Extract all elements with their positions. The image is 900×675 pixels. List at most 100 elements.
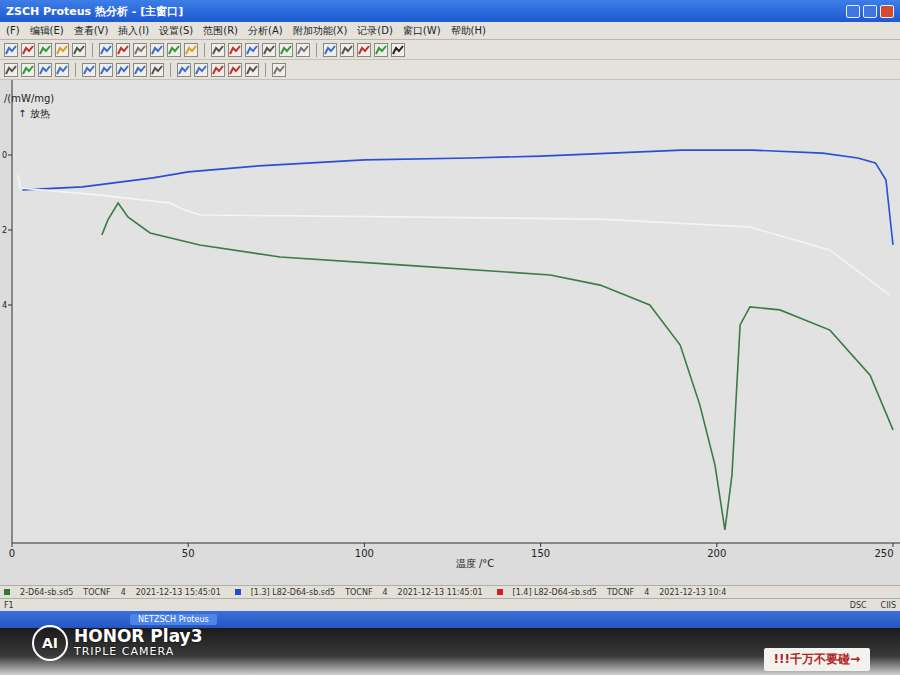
window-buttons (846, 5, 894, 18)
tool-icon[interactable] (82, 63, 96, 77)
tool-icon[interactable] (133, 43, 147, 57)
x-tick: 200 (707, 543, 726, 559)
status-bar: F1 DSC CIIS (0, 598, 900, 611)
curve-num: 4 (644, 588, 649, 597)
tool-icon[interactable] (245, 63, 259, 77)
svg-text:0: 0 (9, 548, 15, 559)
tool-icon[interactable] (21, 63, 35, 77)
minimize-icon[interactable] (846, 5, 860, 18)
tool-icon[interactable] (55, 43, 69, 57)
x-tick: 250 (874, 543, 893, 559)
tool-icon[interactable] (72, 43, 86, 57)
tool-icon[interactable] (391, 43, 405, 57)
tool-icon[interactable] (167, 43, 181, 57)
plot-area (12, 80, 900, 543)
tool-icon[interactable] (150, 43, 164, 57)
x-axis-title: 温度 /°C (456, 558, 495, 569)
y-axis (12, 80, 13, 543)
curve-file: [1.4] L82-D64-sb.sd5 (513, 588, 597, 597)
tool-icon[interactable] (55, 63, 69, 77)
status-field: CIIS (881, 601, 896, 610)
toolbar-separator (265, 63, 266, 77)
curve-file: 2-D64-sb.sd5 (20, 588, 73, 597)
tool-icon[interactable] (184, 43, 198, 57)
tool-icon[interactable] (38, 43, 52, 57)
curve-entry[interactable]: 2-D64-sb.sd5TOCNF42021-12-13 15:45:01 (4, 588, 221, 597)
maximize-icon[interactable] (863, 5, 877, 18)
watermark-text: HONOR Play3TRIPLE CAMERA (74, 628, 203, 657)
camera-watermark: AIHONOR Play3TRIPLE CAMERA (32, 625, 203, 661)
tool-icon[interactable] (133, 63, 147, 77)
tool-icon[interactable] (4, 63, 18, 77)
tool-icon[interactable] (21, 43, 35, 57)
tool-icon[interactable] (116, 43, 130, 57)
toolbar (0, 40, 900, 60)
tool-icon[interactable] (357, 43, 371, 57)
tool-icon[interactable] (340, 43, 354, 57)
menu-item[interactable]: 窗口(W) (403, 24, 441, 38)
window-title: ZSCH Proteus 热分析 - [主窗口] (6, 4, 183, 19)
menu-item[interactable]: 编辑(E) (30, 24, 64, 38)
dsc-chart: /(mW/mg)↑ 放热024050100150200250温度 /°C (0, 80, 900, 585)
svg-text:100: 100 (355, 548, 374, 559)
watermark-logo: AI (32, 625, 68, 661)
curve-entry[interactable]: [1.4] L82-D64-sb.sd5TDCNF42021-12-13 10:… (497, 588, 727, 597)
y-tick: 0 (2, 151, 12, 160)
curve-num: 4 (121, 588, 126, 597)
tool-icon[interactable] (296, 43, 310, 57)
tool-icon[interactable] (374, 43, 388, 57)
menu-item[interactable]: (F) (6, 25, 20, 36)
tool-icon[interactable] (177, 63, 191, 77)
menu-item[interactable]: 插入(I) (118, 24, 149, 38)
tool-icon[interactable] (228, 43, 242, 57)
tool-icon[interactable] (150, 63, 164, 77)
paper-note: !!!千万不要碰→ (764, 648, 870, 671)
menu-item[interactable]: 范围(R) (203, 24, 238, 38)
tool-icon[interactable] (262, 43, 276, 57)
green-curve (102, 203, 893, 530)
svg-text:150: 150 (531, 548, 550, 559)
svg-text:2: 2 (2, 226, 7, 235)
tool-icon[interactable] (245, 43, 259, 57)
tool-icon[interactable] (38, 63, 52, 77)
tool-icon[interactable] (99, 43, 113, 57)
taskbar-button[interactable]: NETZSCH Proteus (130, 614, 217, 625)
x-tick: 150 (531, 543, 550, 559)
x-tick: 100 (355, 543, 374, 559)
menu-item[interactable]: 记录(D) (357, 24, 393, 38)
tool-icon[interactable] (116, 63, 130, 77)
menu-item[interactable]: 设置(S) (159, 24, 193, 38)
status-hint: F1 (4, 601, 14, 610)
tool-icon[interactable] (211, 43, 225, 57)
menu-item[interactable]: 帮助(H) (451, 24, 486, 38)
x-axis (12, 543, 900, 544)
curve-type: TOCNF (345, 588, 372, 597)
toolbar (0, 60, 900, 80)
svg-text:250: 250 (874, 548, 893, 559)
curve-entry[interactable]: [1.3] L82-D64-sb.sd5TOCNF42021-12-13 11:… (235, 588, 483, 597)
chart-area: /(mW/mg)↑ 放热024050100150200250温度 /°C (0, 80, 900, 585)
tool-icon[interactable] (279, 43, 293, 57)
menu-bar: (F) 编辑(E) 查看(V) 插入(I) 设置(S) 范围(R) 分析(A) 附加功能(X)… (0, 22, 900, 40)
tool-icon[interactable] (194, 63, 208, 77)
curve-color-icon (235, 589, 241, 595)
tool-icon[interactable] (99, 63, 113, 77)
svg-text:0: 0 (2, 151, 7, 160)
svg-text:4: 4 (2, 301, 7, 310)
close-icon[interactable] (880, 5, 894, 18)
toolbar-separator (204, 43, 205, 57)
tool-icon[interactable] (323, 43, 337, 57)
x-tick: 50 (182, 543, 195, 559)
tool-icon[interactable] (272, 63, 286, 77)
title-bar: ZSCH Proteus 热分析 - [主窗口] (0, 0, 900, 22)
menu-item[interactable]: 分析(A) (248, 24, 283, 38)
status-field: DSC (850, 601, 867, 610)
menu-item[interactable]: 查看(V) (74, 24, 109, 38)
screen: ZSCH Proteus 热分析 - [主窗口] (F) 编辑(E) 查看(V) 插入(… (0, 0, 900, 675)
menu-item[interactable]: 附加功能(X) (293, 24, 348, 38)
tool-icon[interactable] (4, 43, 18, 57)
tool-icon[interactable] (211, 63, 225, 77)
y-tick: 4 (2, 301, 12, 310)
svg-text:200: 200 (707, 548, 726, 559)
tool-icon[interactable] (228, 63, 242, 77)
